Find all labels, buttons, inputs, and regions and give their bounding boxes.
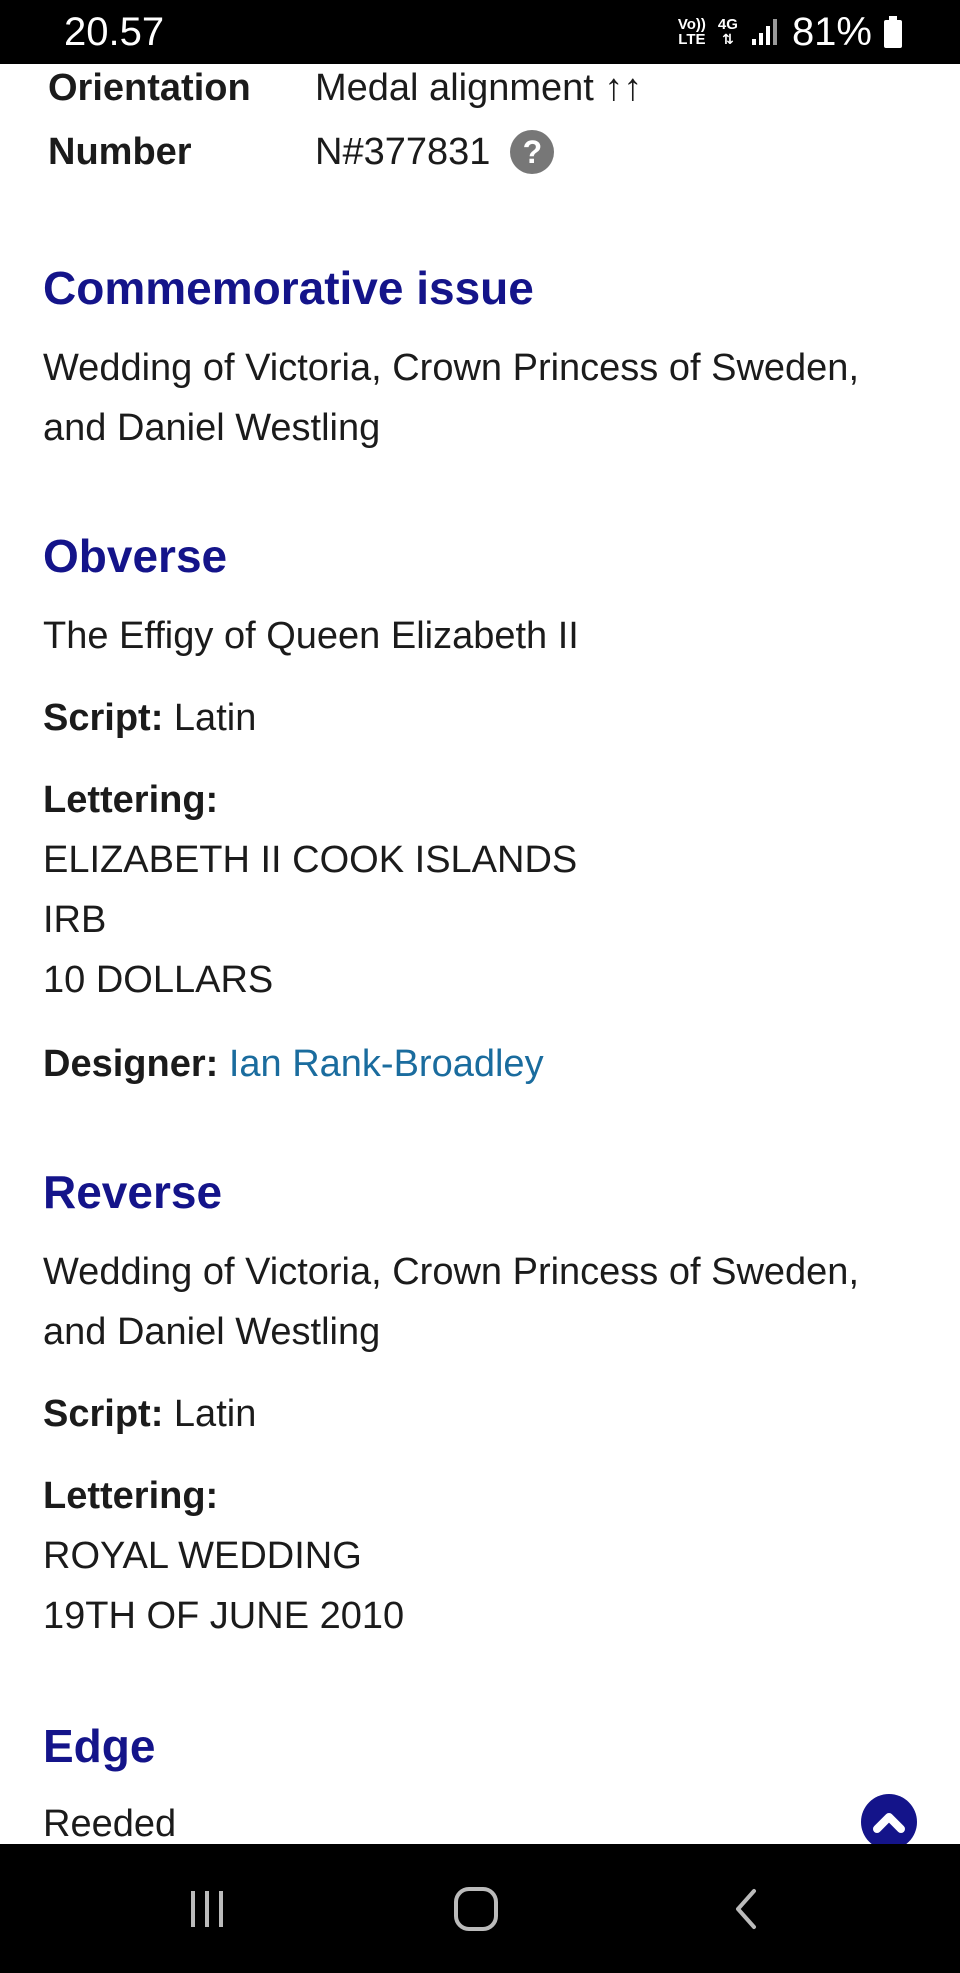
number-value: N#377831 [315,131,491,173]
commemorative-heading: Commemorative issue [43,262,534,314]
volte-icon: Vo)) LTE [678,17,706,47]
obverse-description: The Effigy of Queen Elizabeth II [43,615,579,657]
volte-top-label: Vo)) [677,16,706,33]
designer-label: Designer: [43,1043,219,1085]
reverse-script: Script: Latin [43,1384,923,1444]
reverse-script-label: Script: [43,1393,164,1435]
obverse-script: Script: Latin [43,688,923,748]
obverse-lettering-label: Lettering: [43,779,219,821]
reverse-text: Wedding of Victoria, Crown Princess of S… [43,1242,923,1362]
data-4g-icon: 4G ⇅ [718,17,738,47]
reverse-script-value: Latin [173,1393,257,1435]
obverse-designer: Designer: Ian Rank-Broadley [43,1034,923,1094]
commemorative-line-1: Wedding of Victoria, Crown Princess of S… [43,347,859,389]
home-icon [454,1887,498,1931]
volte-bottom-label: LTE [678,31,706,48]
back-icon [736,1889,756,1929]
recent-apps-icon [191,1891,223,1927]
number-label: Number [48,131,192,173]
obverse-heading: Obverse [43,530,228,582]
reverse-lettering-line: ROYAL WEDDING [43,1535,362,1577]
commemorative-line-2: and Daniel Westling [43,407,381,449]
page-content: Orientation Medal alignment ↑↑ Number N#… [0,64,960,1844]
commemorative-text: Wedding of Victoria, Crown Princess of S… [43,338,923,458]
battery-percentage: 81% [791,10,872,54]
status-icons: Vo)) LTE 4G ⇅ 81% [678,8,902,56]
reverse-lettering: Lettering: ROYAL WEDDING 19TH OF JUNE 20… [43,1466,923,1646]
orientation-value: Medal alignment ↑↑ [315,67,643,109]
data-arrows-icon: ⇅ [722,31,734,47]
chevron-up-icon [873,1813,905,1833]
status-time: 20.57 [64,10,165,54]
reverse-lettering-label: Lettering: [43,1475,219,1517]
number-value-wrap: N#377831 ? [315,128,555,176]
obverse-script-value: Latin [173,697,257,739]
question-icon[interactable]: ? [510,130,555,174]
designer-link[interactable]: Ian Rank-Broadley [229,1043,544,1085]
recent-apps-button[interactable] [177,1884,237,1934]
obverse-lettering: Lettering: ELIZABETH II COOK ISLANDS IRB… [43,770,923,1010]
battery-icon [884,16,902,48]
obverse-lettering-line: ELIZABETH II COOK ISLANDS [43,839,578,881]
scroll-to-top-button[interactable] [861,1794,917,1844]
data-4g-label: 4G [717,16,738,33]
reverse-heading: Reverse [43,1166,223,1218]
signal-icon [751,19,777,45]
edge-value: Reeded [43,1803,177,1844]
obverse-script-label: Script: [43,697,164,739]
obverse-lettering-line: 10 DOLLARS [43,959,274,1001]
edge-heading: Edge [43,1720,156,1772]
status-bar: 20.57 Vo)) LTE 4G ⇅ 81% [0,0,960,64]
home-button[interactable] [446,1884,506,1934]
navigation-bar [0,1844,960,1973]
back-button[interactable] [716,1884,776,1934]
orientation-label: Orientation [48,67,251,109]
reverse-line-1: Wedding of Victoria, Crown Princess of S… [43,1251,859,1293]
reverse-lettering-line: 19TH OF JUNE 2010 [43,1595,405,1637]
obverse-lettering-line: IRB [43,899,107,941]
reverse-line-2: and Daniel Westling [43,1311,381,1353]
